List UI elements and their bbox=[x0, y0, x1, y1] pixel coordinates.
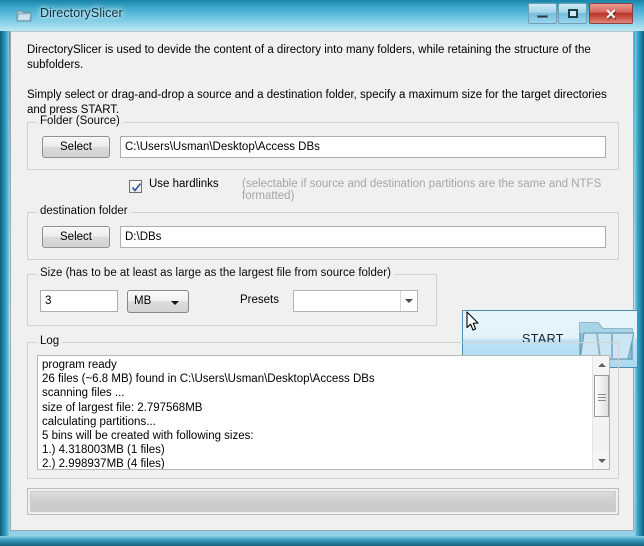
application-window: DirectorySlicer ✕ DirectorySlicer is use… bbox=[0, 0, 644, 546]
size-unit-label: MB bbox=[134, 295, 152, 307]
size-value-input[interactable]: 3 bbox=[40, 290, 118, 312]
minimize-button[interactable] bbox=[528, 3, 557, 24]
close-button[interactable]: ✕ bbox=[589, 3, 633, 24]
progress-bar-track bbox=[30, 491, 616, 512]
maximize-icon bbox=[567, 9, 578, 18]
window-title: DirectorySlicer bbox=[40, 6, 123, 20]
grip-line bbox=[598, 394, 606, 395]
log-group: Log program ready 26 files (~6.8 MB) fou… bbox=[27, 335, 619, 479]
destination-select-button[interactable]: Select bbox=[42, 226, 110, 248]
size-group-title: Size (has to be at least as large as the… bbox=[37, 267, 394, 279]
title-bar[interactable]: DirectorySlicer ✕ bbox=[0, 0, 644, 31]
progress-bar bbox=[27, 488, 619, 515]
presets-label: Presets bbox=[240, 294, 279, 306]
destination-group-title: destination folder bbox=[37, 205, 131, 217]
window-frame-left bbox=[0, 0, 9, 538]
description-text: DirectorySlicer is used to devide the co… bbox=[27, 43, 619, 118]
source-path-input[interactable]: C:\Users\Usman\Desktop\Access DBs bbox=[120, 136, 606, 158]
source-folder-group: Folder (Source) Select C:\Users\Usman\De… bbox=[27, 115, 619, 170]
log-group-title: Log bbox=[37, 335, 63, 347]
grip-line bbox=[598, 400, 606, 401]
scroll-down-button[interactable] bbox=[593, 452, 609, 469]
scrollbar-thumb[interactable] bbox=[594, 375, 609, 417]
presets-dropdown-button[interactable] bbox=[400, 291, 417, 311]
destination-folder-group: destination folder Select D:\DBs bbox=[27, 205, 619, 260]
chevron-down-icon bbox=[597, 458, 606, 463]
app-folder-icon bbox=[16, 7, 33, 24]
chevron-down-icon bbox=[405, 299, 413, 303]
minimize-icon bbox=[537, 15, 548, 18]
window-frame-bottom bbox=[0, 536, 644, 546]
hardlinks-row: Use hardlinks (selectable if source and … bbox=[129, 178, 629, 202]
window-frame-right bbox=[635, 0, 644, 538]
log-scrollbar[interactable] bbox=[592, 356, 609, 469]
description-line-1: DirectorySlicer is used to devide the co… bbox=[27, 44, 591, 71]
maximize-button[interactable] bbox=[558, 3, 587, 24]
chevron-up-icon bbox=[597, 362, 606, 367]
use-hardlinks-label: Use hardlinks bbox=[149, 178, 219, 190]
destination-path-input[interactable]: D:\DBs bbox=[120, 226, 606, 248]
use-hardlinks-checkbox[interactable] bbox=[129, 180, 142, 193]
client-area: DirectorySlicer is used to devide the co… bbox=[10, 31, 638, 531]
source-group-title: Folder (Source) bbox=[37, 115, 123, 127]
chevron-down-icon bbox=[171, 301, 179, 305]
grip-line bbox=[598, 397, 606, 398]
size-group: Size (has to be at least as large as the… bbox=[27, 267, 437, 326]
presets-dropdown[interactable] bbox=[293, 290, 418, 312]
description-line-2: Simply select or drag-and-drop a source … bbox=[27, 89, 607, 116]
source-select-button[interactable]: Select bbox=[42, 136, 110, 158]
log-textarea[interactable]: program ready 26 files (~6.8 MB) found i… bbox=[37, 355, 610, 470]
checkmark-icon bbox=[131, 183, 142, 192]
hardlinks-hint: (selectable if source and destination pa… bbox=[242, 178, 602, 202]
close-icon: ✕ bbox=[605, 5, 617, 22]
log-content: program ready 26 files (~6.8 MB) found i… bbox=[42, 359, 375, 470]
scroll-up-button[interactable] bbox=[593, 356, 609, 373]
size-unit-dropdown[interactable]: MB bbox=[127, 290, 189, 313]
